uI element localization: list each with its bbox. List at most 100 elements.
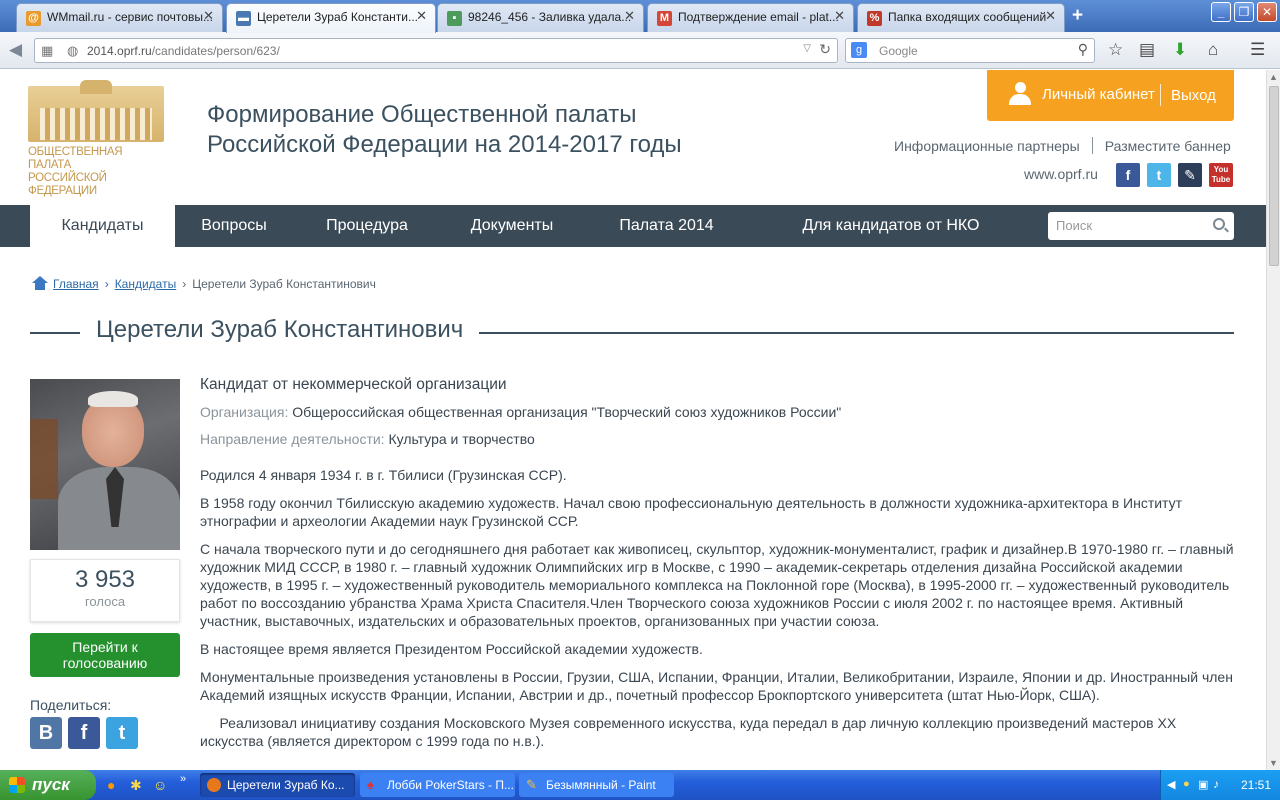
go-to-voting-button[interactable]: Перейти к голосованию xyxy=(30,633,180,677)
network-icon[interactable]: ▣ xyxy=(1198,778,1208,791)
close-tab-icon[interactable]: ✕ xyxy=(624,8,635,24)
taskbar-window-paint[interactable]: ✎ Безымянный - Paint xyxy=(519,773,674,797)
close-window-button[interactable]: ✕ xyxy=(1257,2,1277,22)
google-icon[interactable]: g xyxy=(851,42,867,58)
scrollbar-thumb[interactable] xyxy=(1269,86,1279,266)
taskbar-window-label: Безымянный - Paint xyxy=(546,778,656,792)
site-search-input[interactable]: Поиск xyxy=(1048,212,1234,240)
candidate-photo xyxy=(30,379,180,550)
messenger-quicklaunch-icon[interactable]: ✱ xyxy=(130,777,142,794)
upload-favicon-icon: ▪ xyxy=(447,11,462,26)
youtube-icon[interactable]: You Tube xyxy=(1209,163,1233,187)
browser-tab-4[interactable]: M Подтверждение email - plat... ✕ xyxy=(647,3,854,32)
photo-background-icon xyxy=(30,419,58,499)
place-banner-link[interactable]: Разместите баннер xyxy=(1105,138,1231,154)
quicklaunch-more-icon[interactable]: » xyxy=(180,773,186,785)
logo-columns xyxy=(40,108,152,140)
tray-arrow-icon[interactable]: ◀ xyxy=(1167,778,1175,791)
close-tab-icon[interactable]: ✕ xyxy=(203,8,214,24)
bookmarks-list-icon[interactable]: ▤ xyxy=(1139,41,1155,59)
taskbar: пуск ● ✱ ☺ » Церетели Зураб Ко... ♠ Лобб… xyxy=(0,770,1280,800)
close-tab-icon[interactable]: ✕ xyxy=(416,8,427,24)
info-partners-link[interactable]: Информационные партнеры xyxy=(894,138,1080,154)
home-icon[interactable] xyxy=(32,276,48,290)
volume-icon[interactable]: ♪ xyxy=(1213,777,1219,791)
photo-hair xyxy=(88,391,138,407)
nav-documents[interactable]: Документы xyxy=(455,205,569,247)
firefox-quicklaunch-icon[interactable]: ● xyxy=(107,777,115,793)
tab-title: 98246_456 - Заливка удала... xyxy=(468,10,632,24)
start-button[interactable]: пуск xyxy=(0,770,96,800)
livejournal-icon[interactable]: ✎ xyxy=(1178,163,1202,187)
menu-icon[interactable]: ☰ xyxy=(1250,41,1265,59)
site-title-line-2: Российской Федерации на 2014-2017 годы xyxy=(207,131,682,158)
download-icon[interactable]: ⬇ xyxy=(1173,41,1187,59)
close-tab-icon[interactable]: ✕ xyxy=(834,8,845,24)
nav-procedure[interactable]: Процедура xyxy=(312,205,422,247)
firefox-icon xyxy=(207,778,221,792)
page-icon: ▦ xyxy=(41,43,54,58)
browser-tab-5[interactable]: % Папка входящих сообщений ✕ xyxy=(857,3,1065,32)
clock: 21:51 xyxy=(1241,778,1272,792)
nav-candidates[interactable]: Кандидаты xyxy=(30,205,175,247)
browser-tab-bar: @ WMmail.ru - сервис почтовы... ✕ ▬ Цере… xyxy=(0,0,1280,33)
organization-row: Организация: Общероссийская общественная… xyxy=(200,403,1236,421)
tab-title: Папка входящих сообщений xyxy=(888,10,1047,24)
direction-value: Культура и творчество xyxy=(388,431,535,447)
facebook-share-icon[interactable]: f xyxy=(68,717,100,749)
oprf-logo[interactable]: Общественная палата Российской Федерации xyxy=(28,80,168,197)
personal-cabinet-link[interactable]: Личный кабинет xyxy=(1042,86,1155,103)
close-tab-icon[interactable]: ✕ xyxy=(1045,8,1056,24)
user-icon[interactable] xyxy=(1009,82,1031,106)
paint-icon: ✎ xyxy=(526,777,537,792)
candidate-type: Кандидат от некоммерческой организации xyxy=(200,376,507,393)
breadcrumb-home[interactable]: Главная xyxy=(53,277,99,291)
search-icon[interactable] xyxy=(1213,218,1225,230)
oprf-site-link[interactable]: www.oprf.ru xyxy=(1024,166,1098,182)
breadcrumb-candidates[interactable]: Кандидаты xyxy=(115,277,177,291)
facebook-icon[interactable]: f xyxy=(1116,163,1140,187)
nav-chamber-2014[interactable]: Палата 2014 xyxy=(604,205,729,247)
taskbar-window-pokerstars[interactable]: ♠ Лобби PokerStars - П... xyxy=(360,773,515,797)
vk-share-icon[interactable]: B xyxy=(30,717,62,749)
scroll-down-icon[interactable]: ▼ xyxy=(1269,758,1278,768)
browser-tab-3[interactable]: ▪ 98246_456 - Заливка удала... ✕ xyxy=(437,3,644,32)
icq-quicklaunch-icon[interactable]: ☺ xyxy=(153,777,167,793)
direction-row: Направление деятельности: Культура и тво… xyxy=(200,430,1236,448)
mail-favicon-icon: % xyxy=(867,11,882,26)
breadcrumb-current: Церетели Зураб Константинович xyxy=(192,277,376,291)
twitter-share-icon[interactable]: t xyxy=(106,717,138,749)
address-bar[interactable]: ▦ ◍ 2014.oprf.ru/candidates/person/623/ … xyxy=(34,38,838,63)
search-engine-box[interactable]: g Google ⚲ xyxy=(845,38,1095,63)
search-icon[interactable]: ⚲ xyxy=(1078,41,1088,58)
chevron-right-icon: › xyxy=(104,277,109,291)
site-title-line-1: Формирование Общественной палаты xyxy=(207,101,637,128)
nav-questions[interactable]: Вопросы xyxy=(188,205,280,247)
photo-face xyxy=(82,397,144,467)
cabinet-panel: Личный кабинет Выход xyxy=(987,70,1234,121)
page-scrollbar[interactable]: ▲ ▼ xyxy=(1266,70,1280,770)
logout-link[interactable]: Выход xyxy=(1171,87,1216,104)
minimize-button[interactable]: _ xyxy=(1211,2,1231,22)
browser-tab-2[interactable]: ▬ Церетели Зураб Константи... ✕ xyxy=(226,3,436,33)
bio-paragraph: С начала творческого пути и до сегодняшн… xyxy=(200,541,1234,629)
back-arrow-icon[interactable]: ◀ xyxy=(9,41,22,59)
tab-title: Подтверждение email - plat... xyxy=(678,10,839,24)
home-icon[interactable]: ⌂ xyxy=(1208,41,1218,59)
bio-paragraph: Реализовал инициативу создания Московско… xyxy=(200,715,1181,749)
bio-paragraph: В настоящее время является Президентом Р… xyxy=(200,641,703,657)
vote-count-label: голоса xyxy=(84,594,126,609)
tray-app-icon[interactable]: ● xyxy=(1183,778,1190,790)
browser-tab-1[interactable]: @ WMmail.ru - сервис почтовы... ✕ xyxy=(16,3,223,32)
twitter-icon[interactable]: t xyxy=(1147,163,1171,187)
reload-icon[interactable]: ↻ xyxy=(819,41,831,58)
new-tab-button[interactable]: + xyxy=(1072,5,1083,27)
bookmark-star-icon[interactable]: ☆ xyxy=(1108,41,1123,59)
site-title: Формирование Общественной палаты Российс… xyxy=(207,100,682,160)
breadcrumb: Главная › Кандидаты › Церетели Зураб Констан… xyxy=(32,276,376,291)
scroll-up-icon[interactable]: ▲ xyxy=(1269,72,1278,82)
maximize-button[interactable]: ❐ xyxy=(1234,2,1254,22)
dropdown-arrow-icon[interactable]: ▽ xyxy=(803,43,811,54)
taskbar-window-browser[interactable]: Церетели Зураб Ко... xyxy=(200,773,355,797)
nav-nko-candidates[interactable]: Для кандидатов от НКО xyxy=(788,205,994,247)
